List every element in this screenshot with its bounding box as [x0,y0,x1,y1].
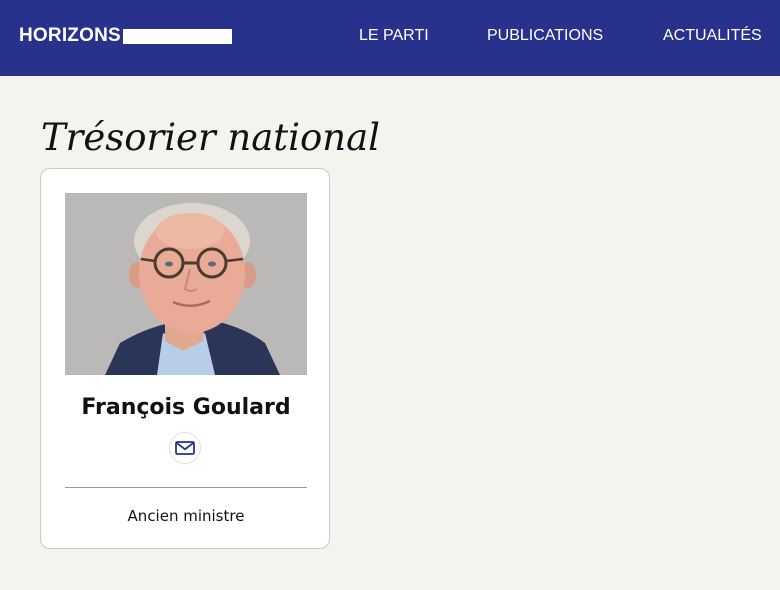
site-logo[interactable]: HORIZONS [19,25,232,47]
card-divider [65,487,307,488]
logo-bar [122,28,232,44]
section-title: Trésorier national [41,116,380,159]
nav-item-publications[interactable]: PUBLICATIONS [487,26,603,46]
mail-icon [175,441,195,455]
member-photo [65,193,307,375]
nav-item-actualites[interactable]: ACTUALITÉS [663,26,762,46]
logo-text: HORIZONS [19,25,121,46]
site-header: HORIZONS LE PARTI PUBLICATIONS ACTUALITÉ… [0,0,780,76]
member-name: François Goulard [81,395,291,420]
member-role: Ancien ministre [127,507,245,525]
email-button[interactable] [169,432,201,464]
nav-item-le-parti[interactable]: LE PARTI [359,26,429,46]
member-card: François Goulard Ancien ministre [40,168,330,549]
